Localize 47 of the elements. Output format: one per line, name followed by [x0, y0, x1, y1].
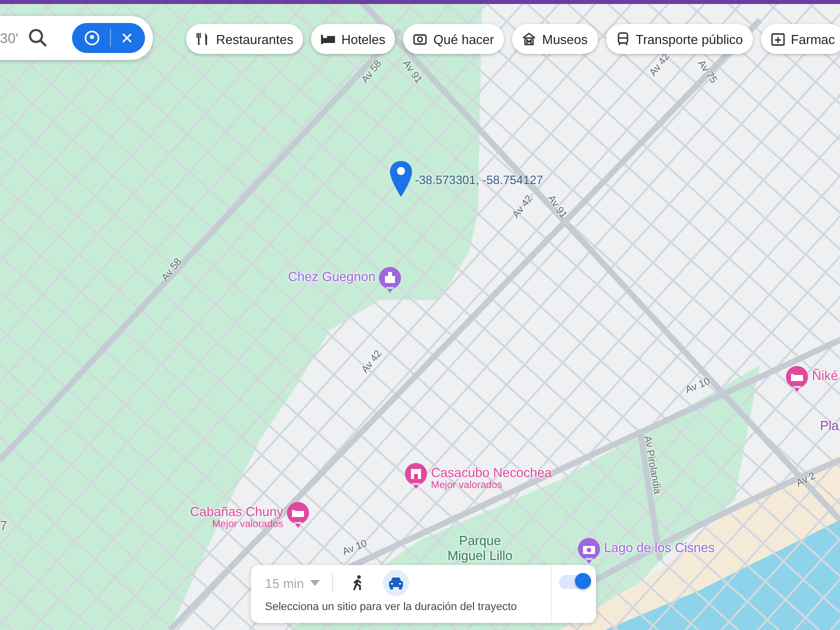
coordinates-label: -38.573301, -58.754127: [415, 173, 544, 187]
camera-icon[interactable]: [578, 538, 600, 564]
museum-icon: [522, 32, 536, 46]
category-chip[interactable]: Museos: [512, 24, 598, 54]
close-icon[interactable]: [121, 32, 134, 44]
bus-icon: [616, 32, 630, 46]
place-name: Lago de los Cisnes: [604, 540, 715, 555]
street-label: Av 42: [360, 348, 384, 376]
street-label: Av 58: [160, 256, 184, 284]
category-chip[interactable]: Transporte público: [606, 24, 753, 54]
street-label: Av 10: [341, 538, 369, 558]
street-label: Av 91: [400, 58, 424, 86]
toggle-switch[interactable]: [559, 575, 589, 589]
street-label: Av 58: [360, 58, 384, 86]
place-name: Cabañas Chuny: [190, 504, 284, 519]
street-label: Av 75: [695, 58, 719, 86]
park-label: Parque Miguel Lillo: [446, 533, 514, 563]
place-subtitle: Mejor valorados: [431, 480, 504, 491]
street-label: Av 91: [545, 193, 569, 221]
place-subtitle: Mejor valorados: [212, 519, 284, 530]
car-icon: [388, 576, 404, 590]
place-name: Ñiké: [812, 368, 838, 383]
camera-icon: [413, 32, 428, 46]
fork-knife-icon: [196, 32, 210, 46]
search-icon[interactable]: [28, 28, 48, 48]
place-name: Chez Guegnon: [288, 269, 376, 284]
street-label: Av 2: [794, 470, 818, 490]
category-chip[interactable]: Hoteles: [311, 24, 396, 54]
street-label: Av 10: [684, 376, 712, 396]
place-name: Casacubo Necochea: [431, 465, 552, 480]
search-text[interactable]: 30': [0, 30, 18, 46]
place-name: Pla: [820, 418, 839, 433]
category-chip[interactable]: Farmac: [760, 24, 840, 54]
map-pin-icon: [389, 160, 413, 198]
street-label: Av Pirolandia: [641, 435, 663, 495]
caret-icon: [310, 580, 320, 586]
place-name: 7: [0, 518, 8, 533]
travel-hint-text: Selecciona un sitio para ver la duración del trayecto: [265, 601, 518, 613]
walking-person-icon: [352, 575, 364, 591]
category-chip[interactable]: Restaurantes: [186, 24, 304, 54]
driving-mode-button[interactable]: [383, 570, 410, 596]
building-icon[interactable]: [405, 463, 427, 489]
street-label: Av 42: [510, 194, 536, 220]
medical-cross-icon: [770, 32, 785, 46]
street-label: Av 42: [648, 52, 672, 78]
category-chip[interactable]: Qué hacer: [403, 24, 504, 54]
location-icon[interactable]: [84, 30, 100, 46]
